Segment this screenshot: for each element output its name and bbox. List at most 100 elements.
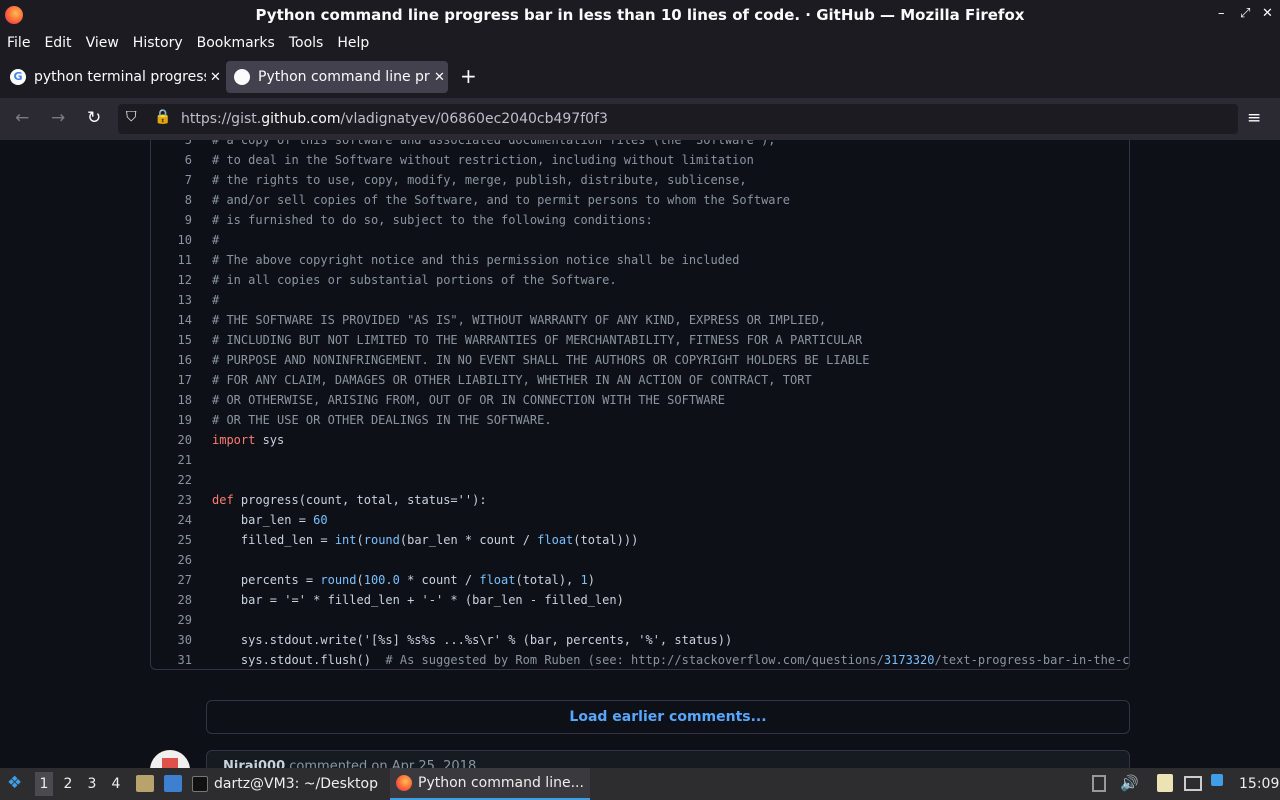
task-firefox[interactable]: Python command line... xyxy=(390,768,590,800)
line-number[interactable]: 9 xyxy=(151,210,192,230)
tab-python-terminal[interactable]: G python terminal progress ✕ xyxy=(2,61,222,93)
line-number[interactable]: 14 xyxy=(151,310,192,330)
line-number[interactable]: 11 xyxy=(151,250,192,270)
code-line: 12 # in all copies or substantial portion… xyxy=(151,270,1129,290)
code-text: # The above copyright notice and this pe… xyxy=(212,253,740,267)
code-block: 5 # a copy of this software and associate… xyxy=(150,140,1130,670)
window-titlebar: Python command line progress bar in less… xyxy=(0,0,1280,30)
menu-tools[interactable]: Tools xyxy=(289,35,324,51)
menu-file[interactable]: File xyxy=(7,35,30,51)
line-number[interactable]: 12 xyxy=(151,270,192,290)
line-number[interactable]: 8 xyxy=(151,190,192,210)
line-number[interactable]: 17 xyxy=(151,370,192,390)
code-text: # OR THE USE OR OTHER DEALINGS IN THE SO… xyxy=(212,413,552,427)
workspace-3[interactable]: 3 xyxy=(83,776,101,792)
menu-bar: File Edit View History Bookmarks Tools H… xyxy=(0,30,1280,56)
network-icon[interactable] xyxy=(1184,776,1202,791)
close-tab-icon[interactable]: ✕ xyxy=(434,70,445,85)
code-text: sys.stdout.flush() # As suggested by Rom… xyxy=(212,653,1130,667)
menu-help[interactable]: Help xyxy=(337,35,369,51)
clipboard-icon[interactable] xyxy=(1157,774,1173,792)
new-tab-button[interactable]: + xyxy=(460,64,477,88)
code-text: bar = '=' * filled_len + '-' * (bar_len … xyxy=(212,593,624,607)
line-number[interactable]: 6 xyxy=(151,150,192,170)
line-number[interactable]: 16 xyxy=(151,350,192,370)
load-earlier-comments-button[interactable]: Load earlier comments... xyxy=(206,700,1130,734)
comment-date: commented on Apr 25, 2018 xyxy=(289,759,477,768)
avatar[interactable] xyxy=(150,750,190,768)
updates-icon[interactable] xyxy=(1211,774,1223,786)
menu-history[interactable]: History xyxy=(133,35,183,51)
notes-icon[interactable] xyxy=(1092,775,1106,792)
line-number[interactable]: 25 xyxy=(151,530,192,550)
maximize-button[interactable]: ⤢ xyxy=(1240,6,1250,21)
code-text: # OR OTHERWISE, ARISING FROM, OUT OF OR … xyxy=(212,393,725,407)
line-number[interactable]: 7 xyxy=(151,170,192,190)
code-line: 8 # and/or sell copies of the Software, a… xyxy=(151,190,1129,210)
github-icon xyxy=(234,69,250,85)
code-line: 30 sys.stdout.write('[%s] %s%s ...%s\r' … xyxy=(151,630,1129,650)
line-number[interactable]: 22 xyxy=(151,470,192,490)
tab-python-command-line[interactable]: Python command line pro ✕ xyxy=(226,61,448,93)
menu-view[interactable]: View xyxy=(86,35,119,51)
back-button[interactable]: ← xyxy=(15,108,29,128)
line-number[interactable]: 30 xyxy=(151,630,192,650)
code-line: 24 bar_len = 60 xyxy=(151,510,1129,530)
close-window-button[interactable]: ✕ xyxy=(1262,6,1273,21)
code-text: # INCLUDING BUT NOT LIMITED TO THE WARRA… xyxy=(212,333,863,347)
code-line: 20 import sys xyxy=(151,430,1129,450)
comment-author[interactable]: Nirai000 xyxy=(223,759,285,768)
minimize-button[interactable]: – xyxy=(1218,6,1225,21)
code-line: 18 # OR OTHERWISE, ARISING FROM, OUT OF O… xyxy=(151,390,1129,410)
line-number[interactable]: 20 xyxy=(151,430,192,450)
line-number[interactable]: 27 xyxy=(151,570,192,590)
line-number[interactable]: 24 xyxy=(151,510,192,530)
code-text: filled_len = int(round(bar_len * count /… xyxy=(212,533,639,547)
code-text: # in all copies or substantial portions … xyxy=(212,273,617,287)
line-number[interactable]: 13 xyxy=(151,290,192,310)
line-number[interactable]: 29 xyxy=(151,610,192,630)
code-text: # THE SOFTWARE IS PROVIDED "AS IS", WITH… xyxy=(212,313,827,327)
file-manager-icon[interactable] xyxy=(136,775,154,792)
code-text: def progress(count, total, status=''): xyxy=(212,493,487,507)
close-tab-icon[interactable]: ✕ xyxy=(210,70,221,85)
line-number[interactable]: 15 xyxy=(151,330,192,350)
workspace-4[interactable]: 4 xyxy=(107,776,125,792)
code-line: 16 # PURPOSE AND NONINFRINGEMENT. IN NO E… xyxy=(151,350,1129,370)
line-number[interactable]: 26 xyxy=(151,550,192,570)
clock[interactable]: 15:09 xyxy=(1239,776,1279,792)
line-number[interactable]: 31 xyxy=(151,650,192,669)
code-text: # to deal in the Software without restri… xyxy=(212,153,754,167)
forward-button[interactable]: → xyxy=(51,108,65,128)
workspace-1[interactable]: 1 xyxy=(35,772,53,796)
line-number[interactable]: 21 xyxy=(151,450,192,470)
show-desktop-icon[interactable] xyxy=(164,775,182,792)
code-line: 14 # THE SOFTWARE IS PROVIDED "AS IS", WI… xyxy=(151,310,1129,330)
menu-bookmarks[interactable]: Bookmarks xyxy=(197,35,275,51)
menu-edit[interactable]: Edit xyxy=(44,35,71,51)
line-number[interactable]: 5 xyxy=(151,140,192,150)
shield-icon[interactable]: ⛉ xyxy=(126,109,137,125)
code-text: # is furnished to do so, subject to the … xyxy=(212,213,653,227)
line-number[interactable]: 10 xyxy=(151,230,192,250)
reload-button[interactable]: ↻ xyxy=(87,108,101,128)
hamburger-menu-icon[interactable]: ≡ xyxy=(1247,108,1261,128)
code-text: import sys xyxy=(212,433,285,447)
google-icon: G xyxy=(10,69,26,85)
workspace-2[interactable]: 2 xyxy=(59,776,77,792)
url-text[interactable]: https://gist.github.com/vladignatyev/068… xyxy=(181,111,608,127)
task-terminal[interactable]: dartz@VM3: ~/Desktop xyxy=(192,768,378,800)
lock-icon[interactable]: 🔒 xyxy=(154,109,171,125)
line-number[interactable]: 28 xyxy=(151,590,192,610)
line-number[interactable]: 18 xyxy=(151,390,192,410)
line-number[interactable]: 23 xyxy=(151,490,192,510)
code-line: 23 def progress(count, total, status=''): xyxy=(151,490,1129,510)
start-menu-icon[interactable]: ❖ xyxy=(7,773,22,793)
code-line: 13 # xyxy=(151,290,1129,310)
line-number[interactable]: 19 xyxy=(151,410,192,430)
window-title: Python command line progress bar in less… xyxy=(255,6,1025,24)
code-line: 5 # a copy of this software and associate… xyxy=(151,140,1129,150)
volume-icon[interactable]: 🔊 xyxy=(1120,774,1139,792)
code-line: 21 xyxy=(151,450,1129,470)
code-line: 25 filled_len = int(round(bar_len * coun… xyxy=(151,530,1129,550)
